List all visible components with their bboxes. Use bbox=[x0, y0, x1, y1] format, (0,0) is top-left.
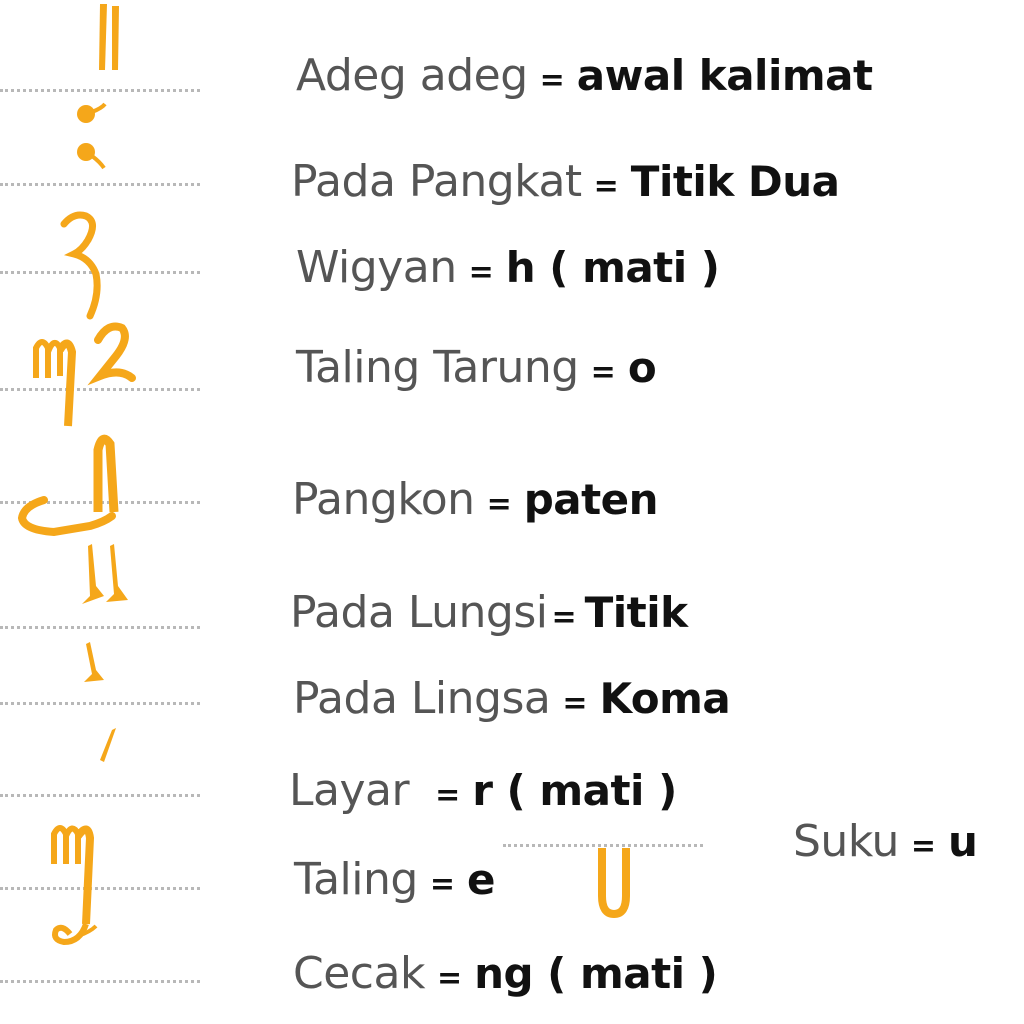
equals-sign: = bbox=[593, 169, 619, 204]
suku-glyph-icon bbox=[598, 848, 630, 919]
equals-sign: = bbox=[539, 63, 565, 98]
entry-taling-tarung: Taling Tarung = o bbox=[296, 342, 657, 393]
entry-term: Adeg adeg bbox=[296, 50, 528, 101]
pada-lungsi-glyph-icon bbox=[82, 544, 128, 604]
entry-layar: Layar = r ( mati ) bbox=[289, 769, 677, 813]
entry-value: Koma bbox=[599, 674, 731, 723]
equals-sign: = bbox=[435, 778, 461, 813]
entry-pada-lungsi: Pada Lungsi = Titik bbox=[290, 591, 688, 635]
entry-term: Taling bbox=[294, 854, 418, 905]
entry-value: awal kalimat bbox=[576, 51, 873, 100]
entry-term: Pada Lungsi bbox=[290, 587, 548, 638]
adeg-adeg-glyph-icon bbox=[99, 4, 119, 70]
entry-value: o bbox=[627, 343, 657, 392]
entry-term: Pada Lingsa bbox=[293, 673, 551, 724]
guide-line bbox=[0, 89, 200, 92]
entry-term: Layar bbox=[289, 765, 410, 816]
entry-value: r ( mati ) bbox=[472, 766, 677, 815]
guide-line bbox=[0, 183, 200, 186]
entry-value: e bbox=[466, 855, 496, 904]
wigyan-glyph-icon bbox=[60, 211, 101, 320]
equals-sign: = bbox=[562, 686, 588, 721]
guide-line bbox=[0, 702, 200, 705]
guide-line bbox=[0, 794, 200, 797]
entry-value: ng ( mati ) bbox=[474, 949, 718, 998]
entry-value: h ( mati ) bbox=[505, 243, 720, 292]
equals-sign: = bbox=[429, 867, 455, 902]
entry-pada-pangkat: Pada Pangkat = Titik Dua bbox=[291, 156, 840, 207]
entry-pada-lingsa: Pada Lingsa = Koma bbox=[293, 673, 731, 724]
entry-value: Titik Dua bbox=[630, 157, 840, 206]
guide-line bbox=[0, 626, 200, 629]
equals-sign: = bbox=[551, 600, 577, 635]
layar-glyph-icon bbox=[100, 728, 116, 762]
equals-sign: = bbox=[590, 355, 616, 390]
guide-line bbox=[0, 980, 200, 983]
entry-wigyan: Wigyan = h ( mati ) bbox=[296, 242, 720, 293]
pada-lingsa-glyph-icon bbox=[84, 642, 104, 682]
entry-taling: Taling = e bbox=[294, 858, 495, 902]
taling-tarung-glyph-icon bbox=[33, 322, 136, 427]
equals-sign: = bbox=[486, 487, 512, 522]
entry-pangkon: Pangkon = paten bbox=[292, 474, 659, 525]
entry-adeg-adeg: Adeg adeg = awal kalimat bbox=[296, 54, 873, 98]
entry-term: Cecak bbox=[293, 948, 425, 999]
entry-value: u bbox=[947, 817, 978, 866]
pada-pangkat-glyph-icon bbox=[77, 102, 107, 170]
entry-term: Pangkon bbox=[292, 474, 475, 525]
entry-term: Wigyan bbox=[296, 242, 457, 293]
entry-term: Suku bbox=[793, 816, 899, 867]
entry-value: paten bbox=[523, 475, 659, 524]
entry-term: Pada Pangkat bbox=[291, 156, 582, 207]
entry-suku: Suku = u bbox=[793, 816, 978, 867]
entry-cecak: Cecak = ng ( mati ) bbox=[293, 948, 718, 999]
equals-sign: = bbox=[910, 829, 936, 864]
entry-value: Titik bbox=[584, 588, 688, 637]
entry-term: Taling Tarung bbox=[296, 342, 579, 393]
equals-sign: = bbox=[436, 961, 463, 996]
pangkon-glyph-icon bbox=[17, 434, 119, 537]
taling-glyph-icon bbox=[51, 825, 98, 946]
equals-sign: = bbox=[468, 255, 494, 290]
